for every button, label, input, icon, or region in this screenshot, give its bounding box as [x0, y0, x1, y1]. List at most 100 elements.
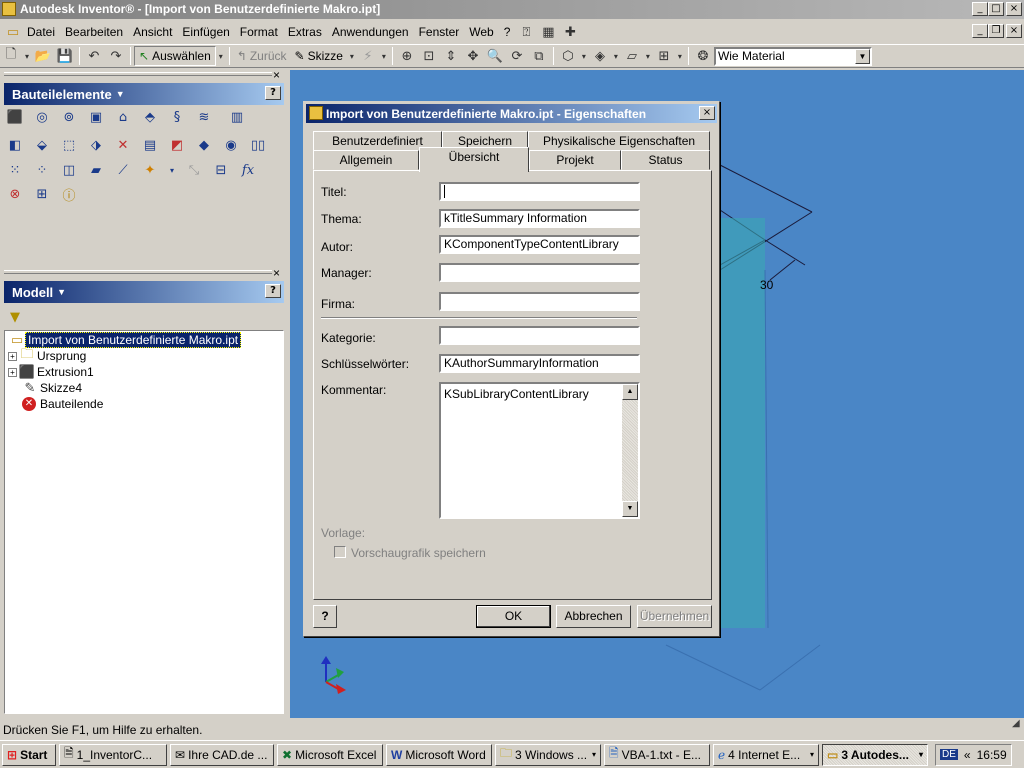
sketch-button[interactable]: ✎ Skizze	[291, 46, 347, 66]
display-dropdown-icon[interactable]: ▾	[579, 46, 589, 66]
doc-restore-icon[interactable]: ❐	[988, 24, 1004, 38]
task-cad[interactable]: ✉ Ihre CAD.de ...	[170, 743, 274, 766]
autor-field[interactable]: KComponentTypeContentLibrary	[439, 235, 640, 254]
menu-anwendungen[interactable]: Anwendungen	[332, 25, 409, 39]
firma-field[interactable]	[439, 292, 640, 311]
new-dropdown-icon[interactable]: ▾	[22, 46, 32, 66]
calculator-icon[interactable]: ▦	[537, 22, 559, 42]
cancel-button[interactable]: Abbrechen	[556, 605, 631, 628]
circular-pattern-icon[interactable]: ⁘	[33, 161, 51, 179]
plane-dropdown-icon[interactable]: ▾	[643, 46, 653, 66]
undo-icon[interactable]: ↶	[83, 46, 105, 66]
menu-format[interactable]: Format	[240, 25, 278, 39]
shaded-icon[interactable]: ◈	[589, 46, 611, 66]
plus-icon[interactable]: ✚	[559, 22, 581, 42]
tab-uebersicht[interactable]: Übersicht	[419, 147, 529, 172]
coil-icon[interactable]: ≋	[195, 108, 213, 126]
pattern-bar-icon[interactable]: ▯▯	[249, 136, 267, 154]
decal-icon[interactable]: ▤	[141, 136, 159, 154]
thread-icon[interactable]: ▥	[228, 108, 246, 126]
material-select[interactable]: Wie Material ▼	[713, 46, 872, 66]
fillet-icon[interactable]: ◧	[6, 136, 24, 154]
redo-icon[interactable]: ↷	[105, 46, 127, 66]
stop-icon[interactable]: ⊗	[6, 185, 24, 203]
menu-bearbeiten[interactable]: Bearbeiten	[65, 25, 123, 39]
tab-status[interactable]: Status	[621, 150, 710, 170]
ok-button[interactable]: OK	[476, 605, 551, 628]
menu-extras[interactable]: Extras	[288, 25, 322, 39]
extrude-icon[interactable]: ⬛	[6, 108, 24, 126]
open-icon[interactable]: 📂	[32, 46, 54, 66]
work-point-dropdown-icon[interactable]: ▾	[168, 161, 176, 179]
expand-icon[interactable]: +	[8, 351, 17, 361]
titel-field[interactable]	[439, 182, 640, 201]
chevron-down-icon[interactable]: ▼	[854, 48, 870, 64]
work-point-icon[interactable]: ✦	[141, 161, 159, 179]
tray-expand-icon[interactable]: «	[964, 748, 971, 762]
menu-web[interactable]: Web	[469, 25, 493, 39]
expand-icon[interactable]: +	[8, 367, 17, 377]
grounded-point-icon[interactable]: ⤡	[185, 161, 203, 179]
menu-datei[interactable]: Datei	[27, 25, 55, 39]
rib-icon[interactable]: ⌂	[114, 108, 132, 126]
update-dropdown-icon[interactable]: ▾	[379, 46, 389, 66]
chamfer-icon[interactable]: ⬙	[33, 136, 51, 154]
manager-field[interactable]	[439, 263, 640, 282]
menu-ansicht[interactable]: Ansicht	[133, 25, 172, 39]
tab-allgemein[interactable]: Allgemein	[313, 150, 419, 170]
task-excel[interactable]: ✖ Microsoft Excel	[277, 743, 383, 766]
back-button[interactable]: ↰ Zurück	[233, 46, 291, 66]
model-panel-header[interactable]: Modell ▼	[4, 281, 284, 303]
menu-fenster[interactable]: Fenster	[419, 25, 460, 39]
revolve-icon[interactable]: ◎	[33, 108, 51, 126]
tree-item[interactable]: ✕ Bauteilende	[20, 396, 103, 412]
display-mode-icon[interactable]: ⬡	[557, 46, 579, 66]
hole-icon[interactable]: ⊚	[60, 108, 78, 126]
model-help-icon[interactable]: ?	[265, 284, 281, 298]
info-icon[interactable]: ⓘ	[60, 185, 78, 204]
loft-icon[interactable]: ⬘	[141, 108, 159, 126]
task-windows[interactable]: 🗀 3 Windows ... ▾	[495, 743, 601, 766]
tree-item[interactable]: + 🗀 Ursprung	[8, 347, 86, 364]
zoom-all-icon[interactable]: ⊕	[396, 46, 418, 66]
kategorie-field[interactable]	[439, 326, 640, 345]
new-icon[interactable]: 🗋	[0, 46, 22, 66]
structure-dropdown-icon[interactable]: ▾	[675, 46, 685, 66]
filter-icon[interactable]: ▼	[6, 308, 24, 326]
zoom-selected-icon[interactable]: 🔍	[484, 46, 506, 66]
look-at-icon[interactable]: ⧉	[528, 46, 550, 66]
insert-icon[interactable]: ⊟	[212, 161, 230, 179]
imported-icon[interactable]: ◉	[222, 136, 240, 154]
doc-close-icon[interactable]: ×	[1006, 24, 1022, 38]
zoom-icon[interactable]: ⇕	[440, 46, 462, 66]
derived-icon[interactable]: ◆	[195, 136, 213, 154]
apply-button[interactable]: Übernehmen	[637, 605, 712, 628]
emboss-icon[interactable]: ◩	[168, 136, 186, 154]
features-grip[interactable]	[4, 72, 272, 76]
dialog-close-icon[interactable]: ×	[699, 106, 715, 120]
task-autodesk[interactable]: ▭ 3 Autodes... ▾	[822, 743, 928, 766]
tab-physikalische-eigenschaften[interactable]: Physikalische Eigenschaften	[528, 131, 710, 151]
face-draft-icon[interactable]: ⬚	[60, 136, 78, 154]
work-axis-icon[interactable]: ⟋	[114, 161, 132, 179]
thema-field[interactable]: kTitleSummary Information	[439, 209, 640, 228]
select-dropdown-icon[interactable]: ▾	[216, 46, 226, 66]
close-icon[interactable]: ×	[1006, 2, 1022, 16]
preview-checkbox[interactable]	[334, 546, 346, 558]
dialog-titlebar[interactable]: Import von Benutzerdefinierte Makro.ipt …	[306, 104, 717, 123]
comment-textarea[interactable]: KSubLibraryContentLibrary ▲ ▼	[439, 382, 640, 519]
maximize-icon[interactable]: □	[988, 2, 1004, 16]
dialog-help-icon[interactable]: ?	[313, 605, 337, 628]
shell-icon[interactable]: ▣	[87, 108, 105, 126]
scroll-down-icon[interactable]: ▼	[622, 501, 638, 517]
zoom-window-icon[interactable]: ⊡	[418, 46, 440, 66]
mirror-icon[interactable]: ◫	[60, 161, 78, 179]
keywords-field[interactable]: KAuthorSummaryInformation	[439, 354, 640, 373]
menu-help[interactable]: ?	[504, 25, 511, 39]
comment-scrollbar[interactable]: ▲ ▼	[622, 384, 638, 517]
tab-projekt[interactable]: Projekt	[529, 150, 621, 170]
minimize-icon[interactable]: _	[972, 2, 988, 16]
split-icon[interactable]: ⬗	[87, 136, 105, 154]
language-indicator[interactable]: DE	[940, 749, 958, 760]
update-icon[interactable]: ⚡	[357, 46, 379, 66]
